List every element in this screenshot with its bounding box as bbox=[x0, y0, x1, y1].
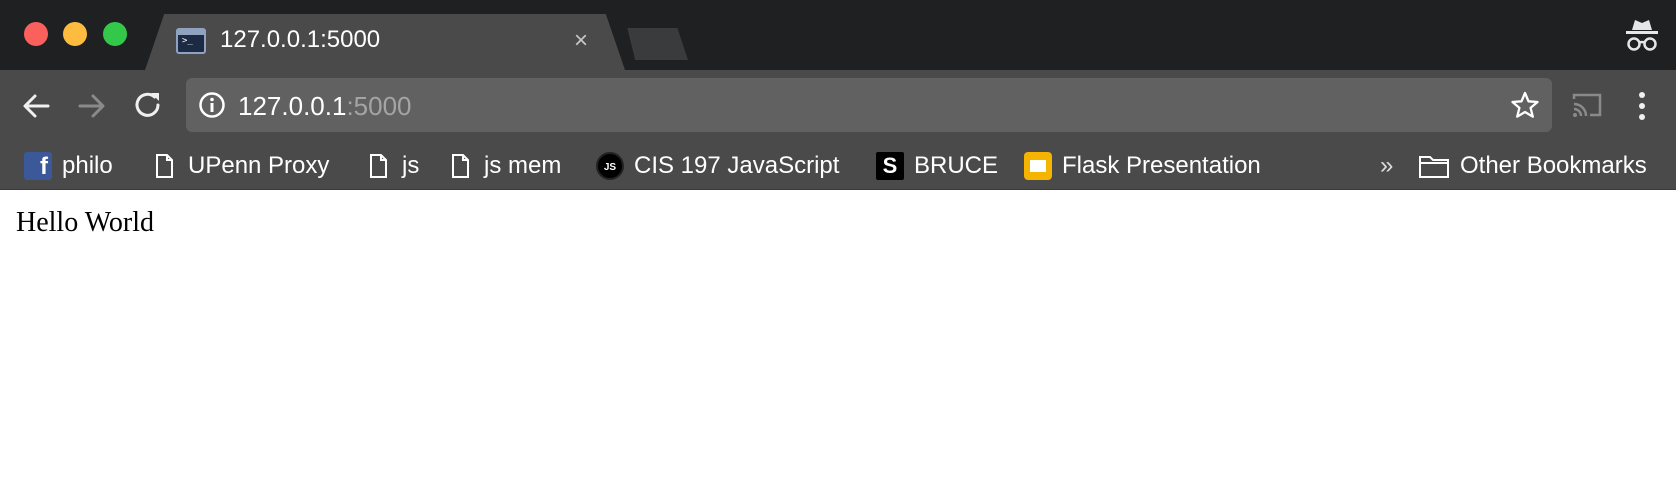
bookmark-cis-197-javascript[interactable]: JS CIS 197 JavaScript bbox=[596, 142, 839, 190]
info-icon[interactable] bbox=[198, 91, 226, 119]
folder-icon bbox=[1419, 156, 1449, 178]
new-tab-button[interactable] bbox=[627, 28, 688, 60]
page-icon bbox=[156, 154, 173, 178]
bookmark-label: Flask Presentation bbox=[1062, 152, 1261, 179]
reload-button[interactable] bbox=[130, 88, 166, 124]
bookmark-label: UPenn Proxy bbox=[188, 152, 330, 179]
favicon-glyph: >_ bbox=[182, 36, 193, 46]
bookmark-flask-presentation[interactable]: Flask Presentation bbox=[1024, 142, 1261, 190]
bookmark-label: js bbox=[402, 152, 420, 179]
window-minimize-button[interactable] bbox=[63, 22, 87, 46]
menu-dots-icon[interactable] bbox=[1630, 88, 1654, 124]
bookmark-star-icon[interactable] bbox=[1510, 90, 1540, 120]
js-logo-icon: JS bbox=[596, 152, 624, 180]
page-icon bbox=[452, 154, 469, 178]
bookmark-label: BRUCE bbox=[914, 152, 999, 179]
bookmark-label: philo bbox=[62, 152, 113, 179]
bookmark-philo[interactable]: f philo bbox=[24, 142, 113, 190]
bookmark-upenn-proxy[interactable]: UPenn Proxy bbox=[150, 142, 329, 190]
bookmark-label: js mem bbox=[484, 152, 562, 179]
page-icon bbox=[370, 154, 387, 178]
bookmarks-overflow-button[interactable]: » bbox=[1380, 142, 1393, 190]
cast-icon[interactable] bbox=[1570, 90, 1604, 120]
url-port: :5000 bbox=[346, 91, 412, 121]
window-maximize-button[interactable] bbox=[103, 22, 127, 46]
bookmark-js-mem[interactable]: js mem bbox=[446, 142, 561, 190]
url-host: 127.0.0.1 bbox=[238, 91, 347, 121]
facebook-icon: f bbox=[24, 152, 52, 180]
reload-icon bbox=[135, 92, 160, 117]
bookmarks-bar: f philo UPenn Proxy js js mem JS CIS 197… bbox=[0, 142, 1676, 190]
window-close-button[interactable] bbox=[24, 22, 48, 46]
bookmark-label: CIS 197 JavaScript bbox=[634, 152, 840, 179]
google-slides-icon bbox=[1024, 152, 1052, 180]
bookmark-label: Other Bookmarks bbox=[1460, 152, 1647, 179]
other-bookmarks-folder[interactable]: Other Bookmarks bbox=[1418, 142, 1647, 190]
forward-button[interactable] bbox=[74, 88, 110, 124]
s-logo-icon: S bbox=[876, 152, 904, 180]
arrow-right-icon bbox=[78, 94, 105, 118]
back-button[interactable] bbox=[18, 88, 54, 124]
page-text: Hello World bbox=[16, 207, 154, 238]
terminal-favicon-icon: >_ bbox=[176, 28, 206, 54]
address-bar[interactable]: 127.0.0.1:5000 bbox=[186, 78, 1552, 132]
tab-close-icon[interactable]: × bbox=[574, 26, 588, 56]
arrow-left-icon bbox=[23, 94, 50, 118]
browser-toolbar: 127.0.0.1:5000 bbox=[0, 70, 1676, 142]
url-text[interactable]: 127.0.0.1:5000 bbox=[238, 91, 412, 122]
bookmark-bruce[interactable]: S BRUCE bbox=[876, 142, 998, 190]
tab-title: 127.0.0.1:5000 bbox=[220, 26, 381, 53]
page-content: Hello World bbox=[0, 191, 1676, 486]
tab-strip: >_ 127.0.0.1:5000 × bbox=[0, 0, 1676, 70]
active-tab[interactable] bbox=[145, 14, 625, 70]
incognito-icon[interactable] bbox=[1624, 16, 1660, 56]
bookmark-js[interactable]: js bbox=[364, 142, 419, 190]
